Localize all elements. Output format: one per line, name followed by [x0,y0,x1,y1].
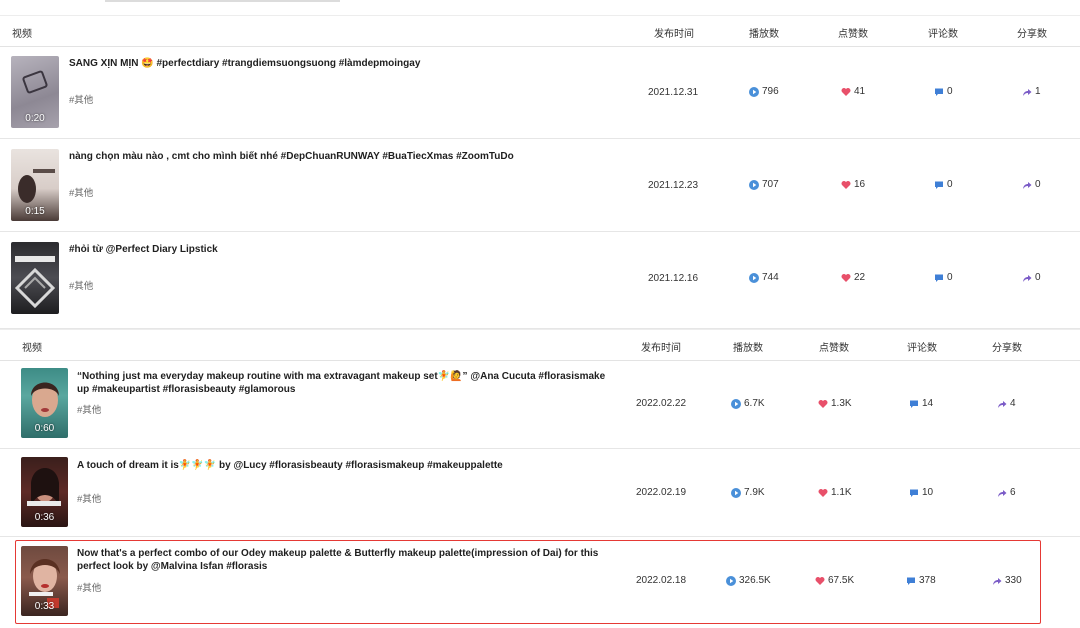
video-thumbnail[interactable]: 0:60 [21,368,68,438]
video-thumbnail[interactable]: 0:20 [11,56,59,128]
header-shares[interactable]: 分享数 [992,339,1022,354]
heart-icon [841,273,851,282]
shares-count: 4 [997,398,1016,409]
heart-icon [841,87,851,96]
header-shares[interactable]: 分享数 [1017,25,1047,40]
video-thumbnail[interactable]: 0:36 [21,457,68,527]
video-tag[interactable]: #其他 [77,402,101,416]
table-row[interactable]: #hỏi từ @Perfect Diary Lipstick #其他 2021… [0,232,1080,329]
likes-count: 41 [841,86,865,97]
play-icon [749,272,759,283]
comment-icon [935,274,943,282]
video-title-line1[interactable]: “Nothing just ma everyday makeup routine… [77,370,605,383]
plays-count: 744 [749,272,779,283]
likes-count: 1.1K [818,487,852,498]
video-tag[interactable]: #其他 [77,491,101,505]
video-thumbnail[interactable]: 0:15 [11,149,59,221]
header-video: 视频 [12,29,32,40]
table-row[interactable]: 0:36 A touch of dream it is🧚🧚🧚 by @Lucy … [0,449,1080,537]
comments-count: 10 [909,487,933,498]
shares-count: 6 [997,487,1016,498]
play-icon [731,398,741,409]
likes-count: 1.3K [818,398,852,409]
table-row[interactable]: 0:60 “Nothing just ma everyday makeup ro… [0,360,1080,449]
video-title-line1[interactable]: A touch of dream it is🧚🧚🧚 by @Lucy #flor… [77,459,503,472]
table-row[interactable]: 0:20 SANG XỊN MỊN 🤩 #perfectdiary #trang… [0,46,1080,139]
highlight-box [15,540,1041,624]
shares-count: 0 [1022,272,1041,283]
play-icon [749,86,759,97]
play-icon [749,179,759,190]
video-title[interactable]: nàng chọn màu nào , cmt cho mình biết nh… [69,150,514,163]
publish-date: 2021.12.23 [648,180,699,191]
heart-icon [818,488,828,497]
shares-count: 1 [1022,86,1041,97]
video-duration: 0:60 [34,423,55,434]
comment-icon [910,400,918,408]
header-comments[interactable]: 评论数 [907,339,937,354]
header-date[interactable]: 发布时间 [641,339,681,354]
publish-date: 2022.02.22 [636,398,687,409]
heart-icon [818,399,828,408]
plays-count: 707 [749,179,779,190]
thumbnail-image-icon [14,256,56,309]
video-tag[interactable]: #其他 [69,185,93,199]
comments-count: 0 [934,179,953,190]
likes-count: 22 [841,272,865,283]
video-thumbnail[interactable] [11,242,59,314]
header-likes[interactable]: 点赞数 [838,25,868,40]
comment-icon [935,88,943,96]
comments-count: 14 [909,398,933,409]
publish-date: 2022.02.19 [636,487,687,498]
publish-date: 2021.12.31 [648,87,699,98]
plays-count: 796 [749,86,779,97]
header-likes[interactable]: 点赞数 [819,339,849,354]
header-plays[interactable]: 播放数 [733,339,763,354]
likes-count: 16 [841,179,865,190]
header-date[interactable]: 发布时间 [654,25,694,40]
comments-count: 0 [934,272,953,283]
video-tag[interactable]: #其他 [69,92,93,106]
publish-date: 2021.12.16 [648,273,699,284]
header-video: 视频 [22,343,42,354]
share-icon [998,400,1007,408]
plays-count: 7.9K [731,487,765,498]
comments-count: 0 [934,86,953,97]
video-duration: 0:36 [34,512,55,523]
header-comments[interactable]: 评论数 [928,25,958,40]
header-plays[interactable]: 播放数 [749,25,779,40]
scrollbar-remnant [105,0,340,2]
play-icon [731,487,741,498]
table1-header: 视频 发布时间 播放数 点赞数 评论数 分享数 [0,15,1080,47]
comment-icon [935,181,943,189]
share-icon [1023,181,1032,189]
heart-icon [841,180,851,189]
video-duration: 0:15 [25,206,45,217]
plays-count: 6.7K [731,398,765,409]
shares-count: 0 [1022,179,1041,190]
video-duration: 0:20 [25,113,45,124]
share-icon [1023,88,1032,96]
video-title[interactable]: #hỏi từ @Perfect Diary Lipstick [69,243,218,256]
comment-icon [910,489,918,497]
video-title-line2[interactable]: up #makeupartist #florasisbeauty #glamor… [77,383,295,396]
share-icon [998,489,1007,497]
share-icon [1023,274,1032,282]
video-tag[interactable]: #其他 [69,278,93,292]
table2-header: 视频 发布时间 播放数 点赞数 评论数 分享数 [0,329,1080,361]
table-row[interactable]: 0:15 nàng chọn màu nào , cmt cho mình bi… [0,139,1080,232]
video-title[interactable]: SANG XỊN MỊN 🤩 #perfectdiary #trangdiems… [69,57,420,70]
